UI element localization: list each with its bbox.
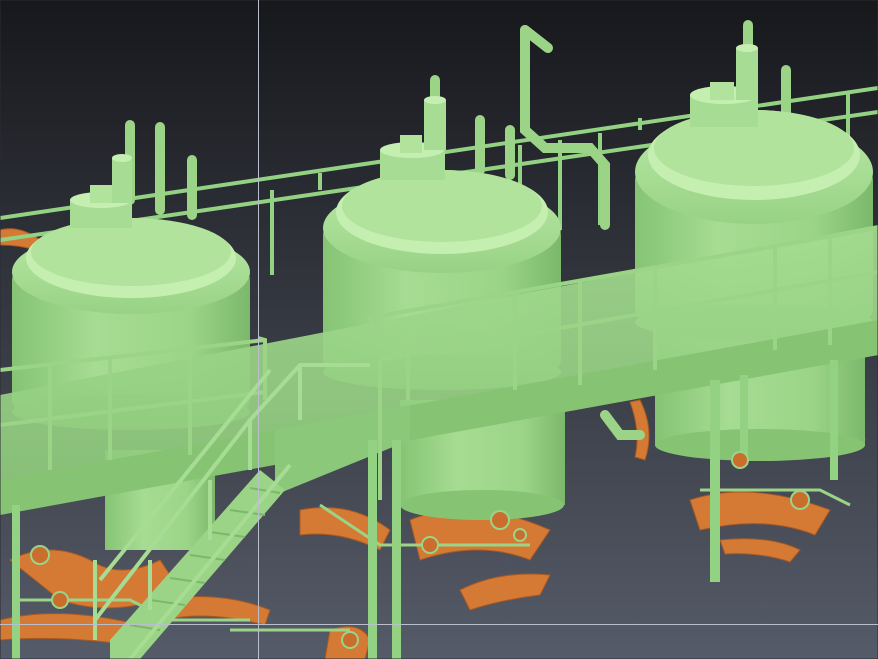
3d-viewport[interactable] <box>0 0 878 659</box>
plant-model-scene[interactable] <box>0 0 878 659</box>
